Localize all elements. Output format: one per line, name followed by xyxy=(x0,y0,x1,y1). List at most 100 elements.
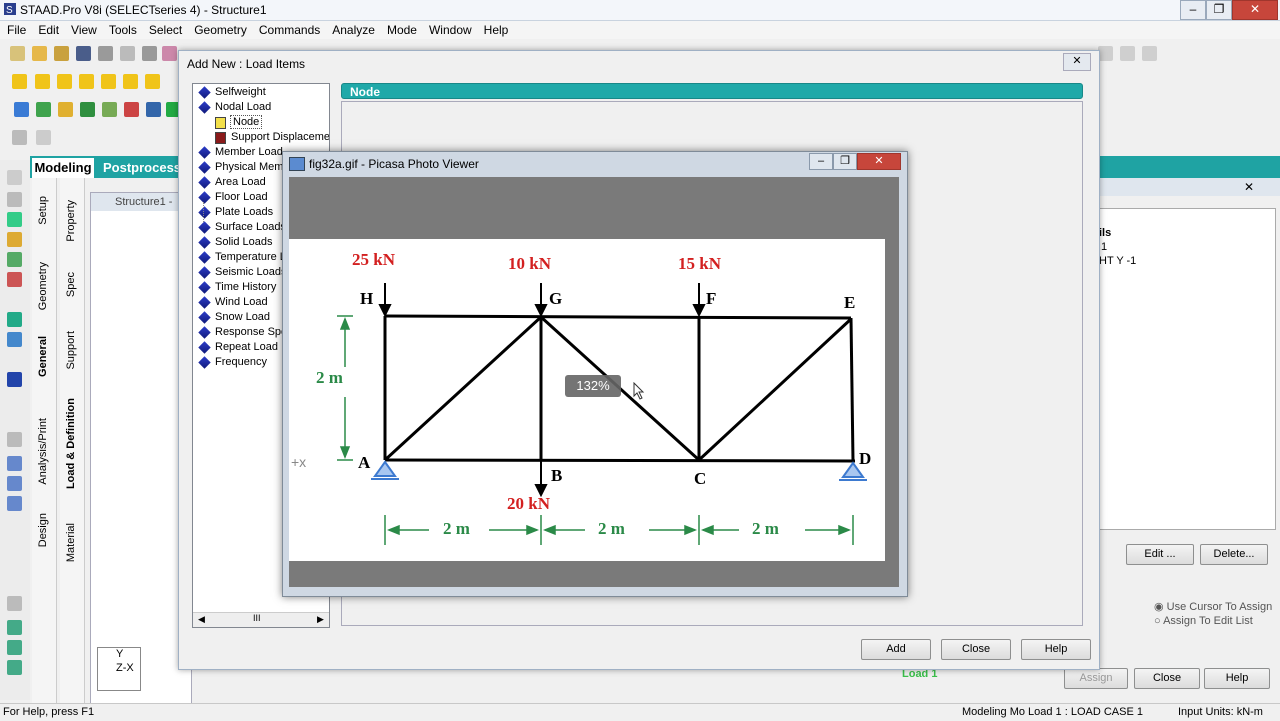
scroll-thumb[interactable]: III xyxy=(253,613,261,623)
tab-general[interactable]: General xyxy=(37,336,49,377)
select-surface-icon[interactable] xyxy=(102,102,117,117)
tab-analysis-print[interactable]: Analysis/Print xyxy=(37,418,49,485)
assign-edit-list-radio[interactable]: ○ Assign To Edit List xyxy=(1154,615,1253,627)
tab-material[interactable]: Material xyxy=(65,523,77,562)
picasa-close-button[interactable]: ✕ xyxy=(857,153,901,170)
picasa-minimize-button[interactable]: – xyxy=(809,153,833,170)
print-icon[interactable] xyxy=(7,432,22,447)
menu-analyze[interactable]: Analyze xyxy=(325,21,380,37)
tab-load-definition[interactable]: Load & Definition xyxy=(65,398,77,489)
use-cursor-radio[interactable]: ◉ Use Cursor To Assign xyxy=(1154,600,1272,613)
view-iso-icon[interactable] xyxy=(145,74,160,89)
select-plates-icon[interactable] xyxy=(58,102,73,117)
open-folder-icon[interactable] xyxy=(32,46,47,61)
chart-icon[interactable] xyxy=(7,496,22,511)
tree-item-label: Plate Loads xyxy=(215,206,274,218)
tool-icon[interactable] xyxy=(7,640,22,655)
select-nodes-icon[interactable] xyxy=(14,102,29,117)
print-icon[interactable] xyxy=(98,46,113,61)
view-top-icon[interactable] xyxy=(101,74,116,89)
beam-icon[interactable] xyxy=(7,232,22,247)
select-icon[interactable] xyxy=(7,192,22,207)
add-button[interactable]: Add xyxy=(861,639,931,660)
right-panel-close-icon[interactable]: ✕ xyxy=(1244,180,1254,194)
dialog-close-button[interactable]: ✕ xyxy=(1063,53,1091,71)
view-back-icon[interactable] xyxy=(35,74,50,89)
axis-widget: Y Z-X xyxy=(97,647,141,691)
structure-view-window[interactable]: Structure1 - Y Z-X xyxy=(90,192,192,704)
menu-help[interactable]: Help xyxy=(477,21,514,37)
scroll-left-icon[interactable]: ◀ xyxy=(198,614,205,625)
menu-geometry[interactable]: Geometry xyxy=(187,21,252,37)
close-window-button[interactable]: ✕ xyxy=(1232,0,1278,20)
tool-icon[interactable] xyxy=(7,620,22,635)
close-button[interactable]: Close xyxy=(941,639,1011,660)
plus-icon[interactable] xyxy=(7,372,22,387)
undo-icon[interactable] xyxy=(12,130,27,145)
tab-property[interactable]: Property xyxy=(65,200,77,242)
grid-icon[interactable] xyxy=(7,312,22,327)
tab-setup[interactable]: Setup xyxy=(37,196,49,225)
load-type-icon xyxy=(198,281,211,294)
picasa-maximize-button[interactable]: ❐ xyxy=(833,153,857,170)
status-bar: For Help, press F1 Modeling Mo Load 1 : … xyxy=(0,703,1280,721)
menu-select[interactable]: Select xyxy=(142,21,187,37)
view-right-icon[interactable] xyxy=(79,74,94,89)
maximize-button[interactable]: ❐ xyxy=(1206,0,1232,20)
paste-icon[interactable] xyxy=(162,46,177,61)
select-geometry-icon[interactable] xyxy=(124,102,139,117)
assign-button[interactable]: Assign xyxy=(1064,668,1128,689)
tab-support[interactable]: Support xyxy=(65,331,77,370)
brush-icon[interactable] xyxy=(7,272,22,287)
menu-view[interactable]: View xyxy=(64,21,102,37)
select-all-icon[interactable] xyxy=(146,102,161,117)
load-type-icon xyxy=(198,311,211,324)
tool-icon[interactable] xyxy=(7,596,22,611)
tab-modeling[interactable]: Modeling xyxy=(32,158,94,178)
table-icon[interactable] xyxy=(7,476,22,491)
edit-button[interactable]: Edit ... xyxy=(1126,544,1194,565)
select-solids-icon[interactable] xyxy=(80,102,95,117)
tab-postprocess[interactable]: Postprocess xyxy=(103,158,183,178)
help-button[interactable]: Help xyxy=(1021,639,1091,660)
close-panel-button[interactable]: Close xyxy=(1134,668,1200,689)
delete-button[interactable]: Delete... xyxy=(1200,544,1268,565)
node-icon[interactable] xyxy=(7,212,22,227)
tree-scrollbar[interactable]: ◀ III ▶ xyxy=(193,612,329,627)
copy-icon[interactable] xyxy=(142,46,157,61)
menu-mode[interactable]: Mode xyxy=(380,21,422,37)
tab-design[interactable]: Design xyxy=(37,513,49,547)
menu-edit[interactable]: Edit xyxy=(31,21,64,37)
tab-geometry[interactable]: Geometry xyxy=(37,262,49,310)
load-type-icon xyxy=(198,146,211,159)
select-beams-icon[interactable] xyxy=(36,102,51,117)
view-bottom-icon[interactable] xyxy=(123,74,138,89)
status-load-text: Modeling Mo Load 1 : LOAD CASE 1 xyxy=(962,706,1143,718)
move-icon[interactable] xyxy=(7,332,22,347)
tool-icon[interactable] xyxy=(1142,46,1157,61)
tool-icon[interactable] xyxy=(1098,46,1113,61)
help-panel-button[interactable]: Help xyxy=(1204,668,1270,689)
save-icon[interactable] xyxy=(76,46,91,61)
node-load-icon xyxy=(215,117,226,129)
new-file-icon[interactable] xyxy=(10,46,25,61)
report-icon[interactable] xyxy=(7,456,22,471)
menu-commands[interactable]: Commands xyxy=(252,21,325,37)
scroll-right-icon[interactable]: ▶ xyxy=(317,614,324,625)
open-icon[interactable] xyxy=(54,46,69,61)
menu-tools[interactable]: Tools xyxy=(102,21,142,37)
tab-spec[interactable]: Spec xyxy=(65,272,77,297)
load-type-icon xyxy=(198,191,211,204)
tool-icon[interactable] xyxy=(7,660,22,675)
view-front-icon[interactable] xyxy=(12,74,27,89)
minimize-button[interactable]: – xyxy=(1180,0,1206,20)
tool-icon[interactable] xyxy=(1120,46,1135,61)
load-tree-view[interactable]: ils 1 HT Y -1 xyxy=(1096,208,1276,530)
view-left-icon[interactable] xyxy=(57,74,72,89)
plate-icon[interactable] xyxy=(7,252,22,267)
menu-window[interactable]: Window xyxy=(422,21,477,37)
redo-icon[interactable] xyxy=(36,130,51,145)
cut-icon[interactable] xyxy=(120,46,135,61)
cursor-icon[interactable] xyxy=(7,170,22,185)
menu-file[interactable]: File xyxy=(0,21,31,37)
